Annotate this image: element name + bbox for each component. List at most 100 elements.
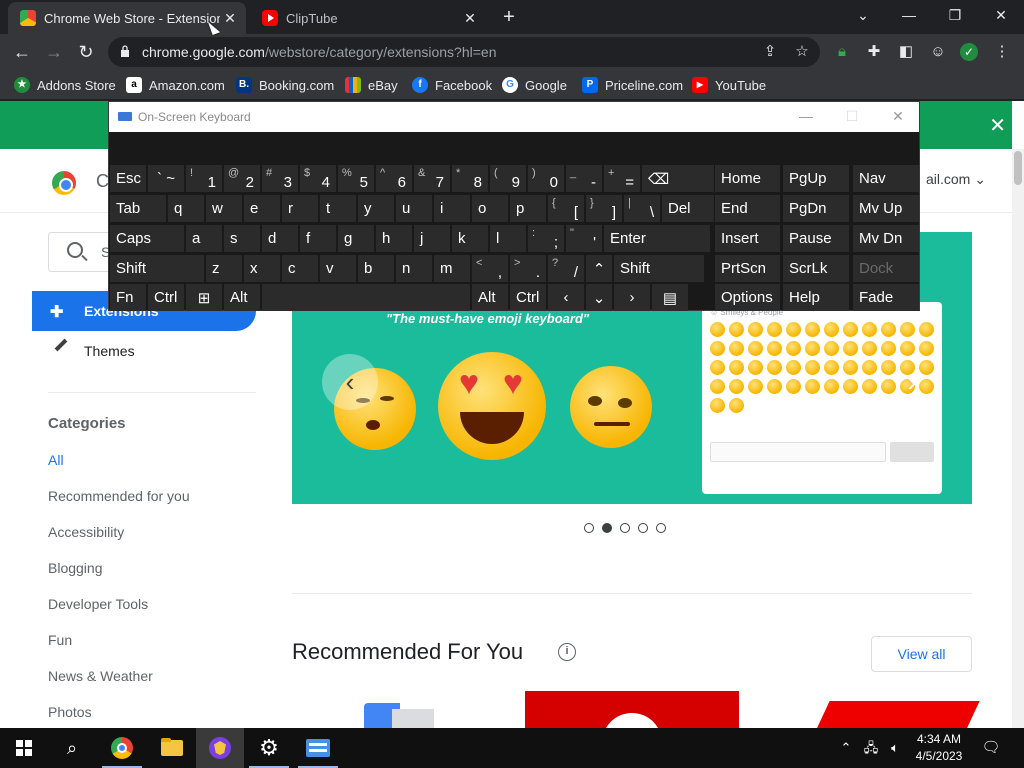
key-y[interactable]: y [358,195,394,222]
key-quote[interactable]: " ' [566,225,602,252]
key-minus[interactable]: _ - [566,165,602,192]
key-alt-right[interactable]: Alt [472,284,508,311]
osk-title-bar[interactable]: On-Screen Keyboard — ☐ ✕ [109,102,919,132]
key-g[interactable]: g [338,225,374,252]
tab-close-icon[interactable]: ✕ [220,10,240,27]
key-pgup[interactable]: PgUp [783,165,849,192]
carousel-dot[interactable] [584,523,594,533]
key-lbracket[interactable]: {[ [548,195,584,222]
key-down-arrow[interactable]: ⌄ [586,284,612,311]
key-i[interactable]: i [434,195,470,222]
clock[interactable]: 4:34 AM 4/5/2023 [908,731,970,765]
side-panel-icon[interactable]: ◧ [896,42,916,62]
key-3[interactable]: #3 [262,165,298,192]
key-ctrl-left[interactable]: Ctrl [148,284,184,311]
key-r[interactable]: r [282,195,318,222]
key-right-arrow[interactable]: › [614,284,650,311]
key-k[interactable]: k [452,225,488,252]
key-up-arrow[interactable]: ⌃ [586,255,612,282]
tab-close-icon[interactable]: ✕ [460,10,480,27]
forward-arrow-icon[interactable]: → [40,38,68,66]
info-icon[interactable]: i [558,643,576,661]
carousel-next-button[interactable]: › [884,354,940,410]
key-c[interactable]: c [282,255,318,282]
key-backspace[interactable]: ⌫ [642,165,714,192]
key-shift-right[interactable]: Shift [614,255,704,282]
nav-themes[interactable]: Themes [32,338,256,361]
key-menu[interactable]: ▤ [652,284,688,311]
key-5[interactable]: % 5 [338,165,374,192]
bookmark-star-icon[interactable]: ☆ [792,42,812,62]
key-alt-left[interactable]: Alt [224,284,260,311]
key-caps[interactable]: Caps [110,225,184,252]
key-pgdn[interactable]: PgDn [783,195,849,222]
carousel-dot[interactable] [620,523,630,533]
key-j[interactable]: j [414,225,450,252]
key-space[interactable] [262,284,470,311]
back-arrow-icon[interactable]: ← [8,38,36,66]
key-fade[interactable]: Fade [853,284,919,311]
extension-card[interactable] [525,691,739,728]
extensions-puzzle-icon[interactable]: ✚ [864,42,884,62]
carousel-prev-button[interactable]: ‹ [322,354,378,410]
key-equals[interactable]: + = [604,165,640,192]
key-s[interactable]: s [224,225,260,252]
key-tab[interactable]: Tab [110,195,166,222]
key-z[interactable]: z [206,255,242,282]
key-pause[interactable]: Pause [783,225,849,252]
file-explorer-icon[interactable] [148,728,196,768]
key-help[interactable]: Help [783,284,849,311]
key-0[interactable]: ) 0 [528,165,564,192]
minimize-button[interactable]: — [886,0,932,32]
close-button[interactable]: ✕ [883,106,913,126]
key-slash[interactable]: ? / [548,255,584,282]
close-window-button[interactable]: ✕ [978,0,1024,32]
vpn-lock-extension-icon[interactable]: 🔒︎ [832,42,852,62]
bookmark-facebook[interactable]: f Facebook [412,76,492,94]
show-hidden-icons-button[interactable]: ⌃ [838,728,854,768]
key-e[interactable]: e [244,195,280,222]
key-o[interactable]: o [472,195,508,222]
chrome-taskbar-icon[interactable] [98,728,146,768]
start-button[interactable] [0,728,48,768]
reload-icon[interactable]: ↻ [72,38,100,66]
brave-browser-icon[interactable] [196,728,244,768]
key-rbracket[interactable]: }] [586,195,622,222]
key-nav[interactable]: Nav [853,165,919,192]
share-icon[interactable]: ⇪ [760,42,780,62]
page-scrollbar[interactable] [1012,149,1024,728]
bookmark-booking[interactable]: B. Booking.com [236,76,334,94]
key-prtscn[interactable]: PrtScn [715,255,780,282]
scrollbar-thumb[interactable] [1014,151,1022,185]
bookmark-google[interactable]: G Google [502,76,567,94]
network-icon[interactable]: 🖧︎ [860,728,882,768]
category-photos[interactable]: Photos [48,704,92,720]
minimize-button[interactable]: — [791,106,821,126]
volume-icon[interactable]: 🔈︎ [884,728,906,768]
key-8[interactable]: * 8 [452,165,488,192]
carousel-dot[interactable] [638,523,648,533]
key-t[interactable]: t [320,195,356,222]
key-w[interactable]: w [206,195,242,222]
key-1[interactable]: ! 1 [186,165,222,192]
notifications-icon[interactable]: 🗨︎ [978,728,1004,768]
key-windows[interactable]: ⊞ [186,284,222,311]
key-mv-dn[interactable]: Mv Dn [853,225,919,252]
category-accessibility[interactable]: Accessibility [48,524,124,540]
carousel-dot[interactable] [656,523,666,533]
key-v[interactable]: v [320,255,356,282]
search-icon[interactable]: ⌕ [48,728,96,768]
key-ctrl-right[interactable]: Ctrl [510,284,546,311]
bookmark-amazon[interactable]: a Amazon.com [126,76,225,94]
key-m[interactable]: m [434,255,470,282]
key-period[interactable]: >. [510,255,546,282]
address-bar[interactable]: chrome.google.com/webstore/category/exte… [108,37,820,67]
view-all-button[interactable]: View all [871,636,972,672]
new-tab-button[interactable]: + [498,6,520,28]
key-backslash[interactable]: | \ [624,195,660,222]
key-a[interactable]: a [186,225,222,252]
on-screen-keyboard-taskbar-icon[interactable] [294,728,342,768]
key-x[interactable]: x [244,255,280,282]
category-fun[interactable]: Fun [48,632,72,648]
bookmark-ebay[interactable]: e eBay [345,76,398,94]
